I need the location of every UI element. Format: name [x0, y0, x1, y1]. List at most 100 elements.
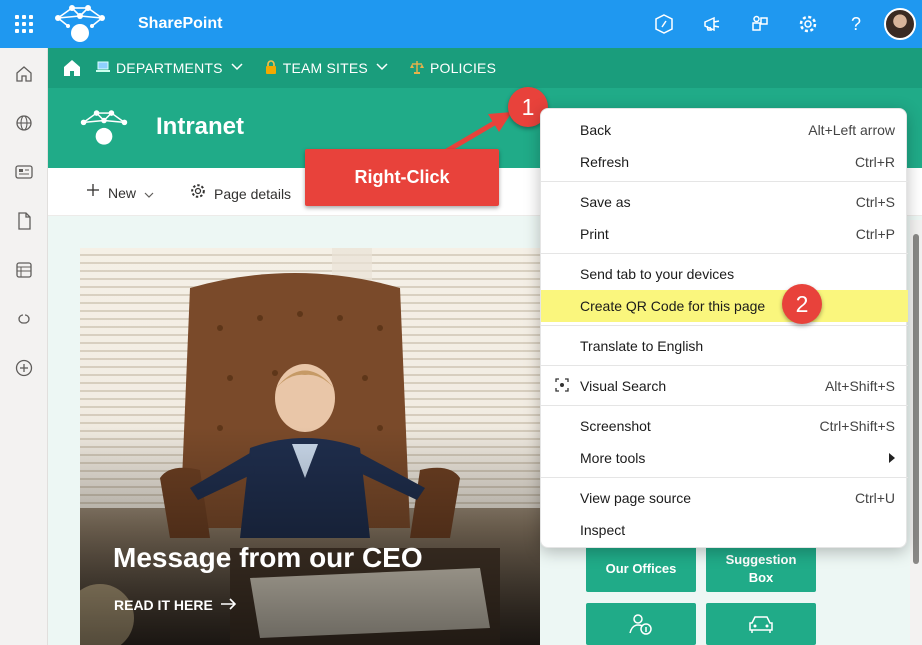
sharepoint-logo-icon: [55, 5, 105, 42]
hub-item-departments[interactable]: DEPARTMENTS: [96, 60, 243, 77]
link-icon[interactable]: [0, 294, 48, 343]
hub-item-label: DEPARTMENTS: [116, 60, 223, 76]
chevron-down-icon: [231, 62, 243, 74]
menu-item-shortcut: Ctrl+R: [854, 154, 895, 170]
read-it-here-label: READ IT HERE: [114, 597, 213, 613]
tile-suggestion-box[interactable]: Suggestion Box: [706, 546, 816, 592]
menu-item-send-tab[interactable]: Send tab to your devices: [541, 258, 908, 290]
tile-label: Our Offices: [605, 560, 677, 576]
gear-icon[interactable]: [784, 0, 832, 48]
menu-item-save-as[interactable]: Save as Ctrl+S: [541, 186, 908, 218]
car-icon: [749, 616, 773, 633]
laptop-icon: [96, 60, 110, 77]
menu-item-label: Save as: [580, 194, 631, 210]
hub-item-label: TEAM SITES: [282, 60, 368, 76]
hub-item-policies[interactable]: POLICIES: [409, 60, 497, 77]
help-icon[interactable]: ?: [832, 0, 880, 48]
menu-item-label: Translate to English: [580, 338, 704, 354]
menu-item-label: Create QR Code for this page: [580, 298, 766, 314]
new-button-label: New: [108, 184, 137, 201]
megaphone-icon[interactable]: [688, 0, 736, 48]
hub-home-button[interactable]: [48, 59, 96, 77]
lock-icon: [265, 59, 277, 77]
hero-image[interactable]: Message from our CEO READ IT HERE: [80, 248, 540, 645]
menu-item-label: View page source: [580, 490, 692, 506]
menu-item-back[interactable]: Back Alt+Left arrow: [541, 114, 908, 146]
menu-item-shortcut: Ctrl+Shift+S: [819, 418, 895, 434]
menu-item-inspect[interactable]: Inspect: [541, 514, 908, 546]
menu-item-print[interactable]: Print Ctrl+P: [541, 218, 908, 250]
menu-item-label: More tools: [580, 450, 646, 466]
person-info-icon: [629, 614, 652, 635]
menu-item-refresh[interactable]: Refresh Ctrl+R: [541, 146, 908, 178]
app-launcher-button[interactable]: [0, 0, 48, 48]
context-menu: Back Alt+Left arrow Refresh Ctrl+R Save …: [540, 108, 908, 548]
menu-item-translate[interactable]: Translate to English: [541, 330, 908, 362]
tile-our-offices[interactable]: Our Offices: [586, 546, 696, 592]
avatar[interactable]: [884, 8, 916, 40]
step-2-badge: 2: [782, 284, 822, 324]
hub-navigation: DEPARTMENTS TEAM SITES POLICIES: [48, 48, 922, 88]
menu-item-view-source[interactable]: View page source Ctrl+U: [541, 482, 908, 514]
chevron-right-icon: [889, 450, 895, 466]
code-icon[interactable]: [640, 0, 688, 48]
list-icon[interactable]: [0, 245, 48, 294]
menu-separator: [541, 365, 908, 366]
menu-item-label: Print: [580, 226, 609, 242]
menu-separator: [541, 253, 908, 254]
left-app-bar: [0, 48, 48, 645]
apps-icon[interactable]: [736, 0, 784, 48]
app-title[interactable]: SharePoint: [138, 15, 222, 33]
page-scrollbar[interactable]: [910, 220, 922, 645]
scales-icon: [409, 60, 424, 77]
new-button[interactable]: New: [86, 183, 154, 202]
hub-item-team-sites[interactable]: TEAM SITES: [265, 59, 388, 77]
file-icon[interactable]: [0, 196, 48, 245]
right-click-callout: Right-Click: [305, 149, 499, 206]
menu-separator: [541, 325, 908, 326]
menu-item-label: Send tab to your devices: [580, 266, 735, 282]
tile-car[interactable]: [706, 603, 816, 645]
menu-item-shortcut: Ctrl+S: [855, 194, 895, 210]
gear-icon: [190, 183, 206, 204]
menu-separator: [541, 477, 908, 478]
globe-icon[interactable]: [0, 98, 48, 147]
home-icon: [64, 60, 80, 76]
chevron-down-icon: [144, 185, 154, 201]
menu-item-label: Refresh: [580, 154, 630, 170]
menu-item-shortcut: Alt+Shift+S: [824, 378, 895, 394]
hub-item-label: POLICIES: [429, 60, 497, 76]
hero-overlay: [80, 248, 540, 645]
tile-people-info[interactable]: [586, 603, 696, 645]
suite-bar: SharePoint ?: [0, 0, 922, 48]
add-icon[interactable]: [0, 343, 48, 392]
visual-search-icon: [555, 377, 569, 395]
hero-title[interactable]: Message from our CEO: [113, 542, 423, 574]
menu-item-label: Inspect: [580, 522, 626, 538]
menu-item-create-qr-code[interactable]: Create QR Code for this page: [541, 290, 908, 322]
waffle-icon: [15, 15, 33, 33]
home-icon[interactable]: [0, 49, 48, 98]
menu-item-visual-search[interactable]: Visual Search Alt+Shift+S: [541, 370, 908, 402]
site-logo-icon: [80, 110, 128, 145]
page-details-button[interactable]: Page details: [190, 183, 291, 204]
scrollbar-thumb[interactable]: [913, 234, 919, 564]
menu-separator: [541, 405, 908, 406]
news-icon[interactable]: [0, 147, 48, 196]
menu-item-shortcut: Ctrl+U: [854, 490, 895, 506]
site-title[interactable]: Intranet: [156, 113, 244, 141]
read-it-here-link[interactable]: READ IT HERE: [114, 597, 237, 613]
chevron-down-icon: [376, 62, 388, 74]
menu-item-more-tools[interactable]: More tools: [541, 442, 908, 474]
menu-item-screenshot[interactable]: Screenshot Ctrl+Shift+S: [541, 410, 908, 442]
menu-item-label: Back: [580, 122, 612, 138]
menu-separator: [541, 181, 908, 182]
menu-item-label: Visual Search: [580, 378, 667, 394]
plus-icon: [86, 183, 100, 202]
tile-label: Suggestion Box: [725, 551, 797, 585]
menu-item-label: Screenshot: [580, 418, 651, 434]
page-details-label: Page details: [214, 185, 292, 202]
menu-item-shortcut: Alt+Left arrow: [808, 122, 895, 138]
menu-item-shortcut: Ctrl+P: [855, 226, 895, 242]
arrow-right-icon: [220, 597, 237, 613]
